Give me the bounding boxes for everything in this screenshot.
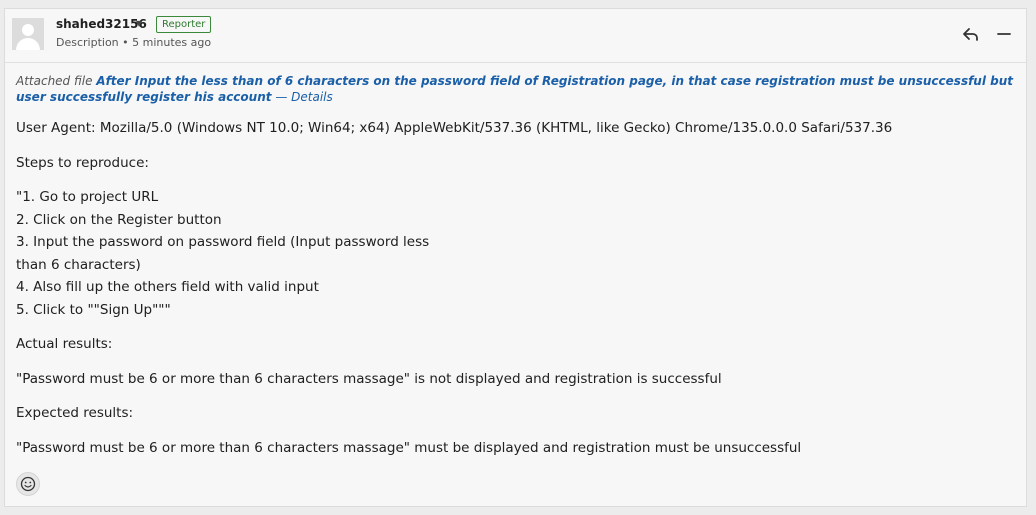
step-line: 5. Click to ""Sign Up""" <box>16 301 171 318</box>
add-reaction-button[interactable] <box>16 472 40 496</box>
step-line: 3. Input the password on password field … <box>16 234 430 250</box>
avatar[interactable] <box>12 18 44 50</box>
reply-icon <box>963 28 978 41</box>
comment-header: shahed32156 ▼ Reporter Description • 5 m… <box>5 9 1026 63</box>
expected-results-heading: Expected results: <box>16 405 134 421</box>
attached-prefix: Attached file <box>16 74 97 88</box>
expected-results-text: "Password must be 6 or more than 6 chara… <box>16 439 802 456</box>
attached-file-link[interactable]: After Input the less than of 6 character… <box>16 74 1013 104</box>
user-agent-text: User Agent: Mozilla/5.0 (Windows NT 10.0… <box>16 120 893 136</box>
step-line: 2. Click on the Register button <box>16 211 222 228</box>
attached-file-line: Attached file After Input the less than … <box>16 73 1016 105</box>
comment-body: Attached file After Input the less than … <box>16 73 1016 471</box>
reply-button[interactable] <box>960 23 982 45</box>
avatar-head-shape <box>22 24 34 36</box>
steps-heading: Steps to reproduce: <box>16 154 149 171</box>
role-badge: Reporter <box>156 16 212 33</box>
actual-results-text: "Password must be 6 or more than 6 chara… <box>16 370 722 387</box>
chevron-down-icon[interactable]: ▼ <box>136 19 142 28</box>
step-line: than 6 characters) <box>16 256 141 273</box>
avatar-body-shape <box>16 38 40 50</box>
step-line: 4. Also fill up the others field with va… <box>16 279 319 295</box>
details-link[interactable]: — Details <box>275 90 332 104</box>
step-line: "1. Go to project URL <box>16 189 159 205</box>
smiley-icon <box>20 476 36 492</box>
steps-list: "1. Go to project URL 2. Click on the Re… <box>16 186 1016 321</box>
collapse-button[interactable] <box>993 23 1015 45</box>
minus-icon <box>997 33 1011 35</box>
actual-results-heading: Actual results: <box>16 336 113 352</box>
comment-card: shahed32156 ▼ Reporter Description • 5 m… <box>4 8 1027 507</box>
author-name[interactable]: shahed32156 <box>56 17 147 31</box>
comment-meta: Description • 5 minutes ago <box>56 36 212 49</box>
